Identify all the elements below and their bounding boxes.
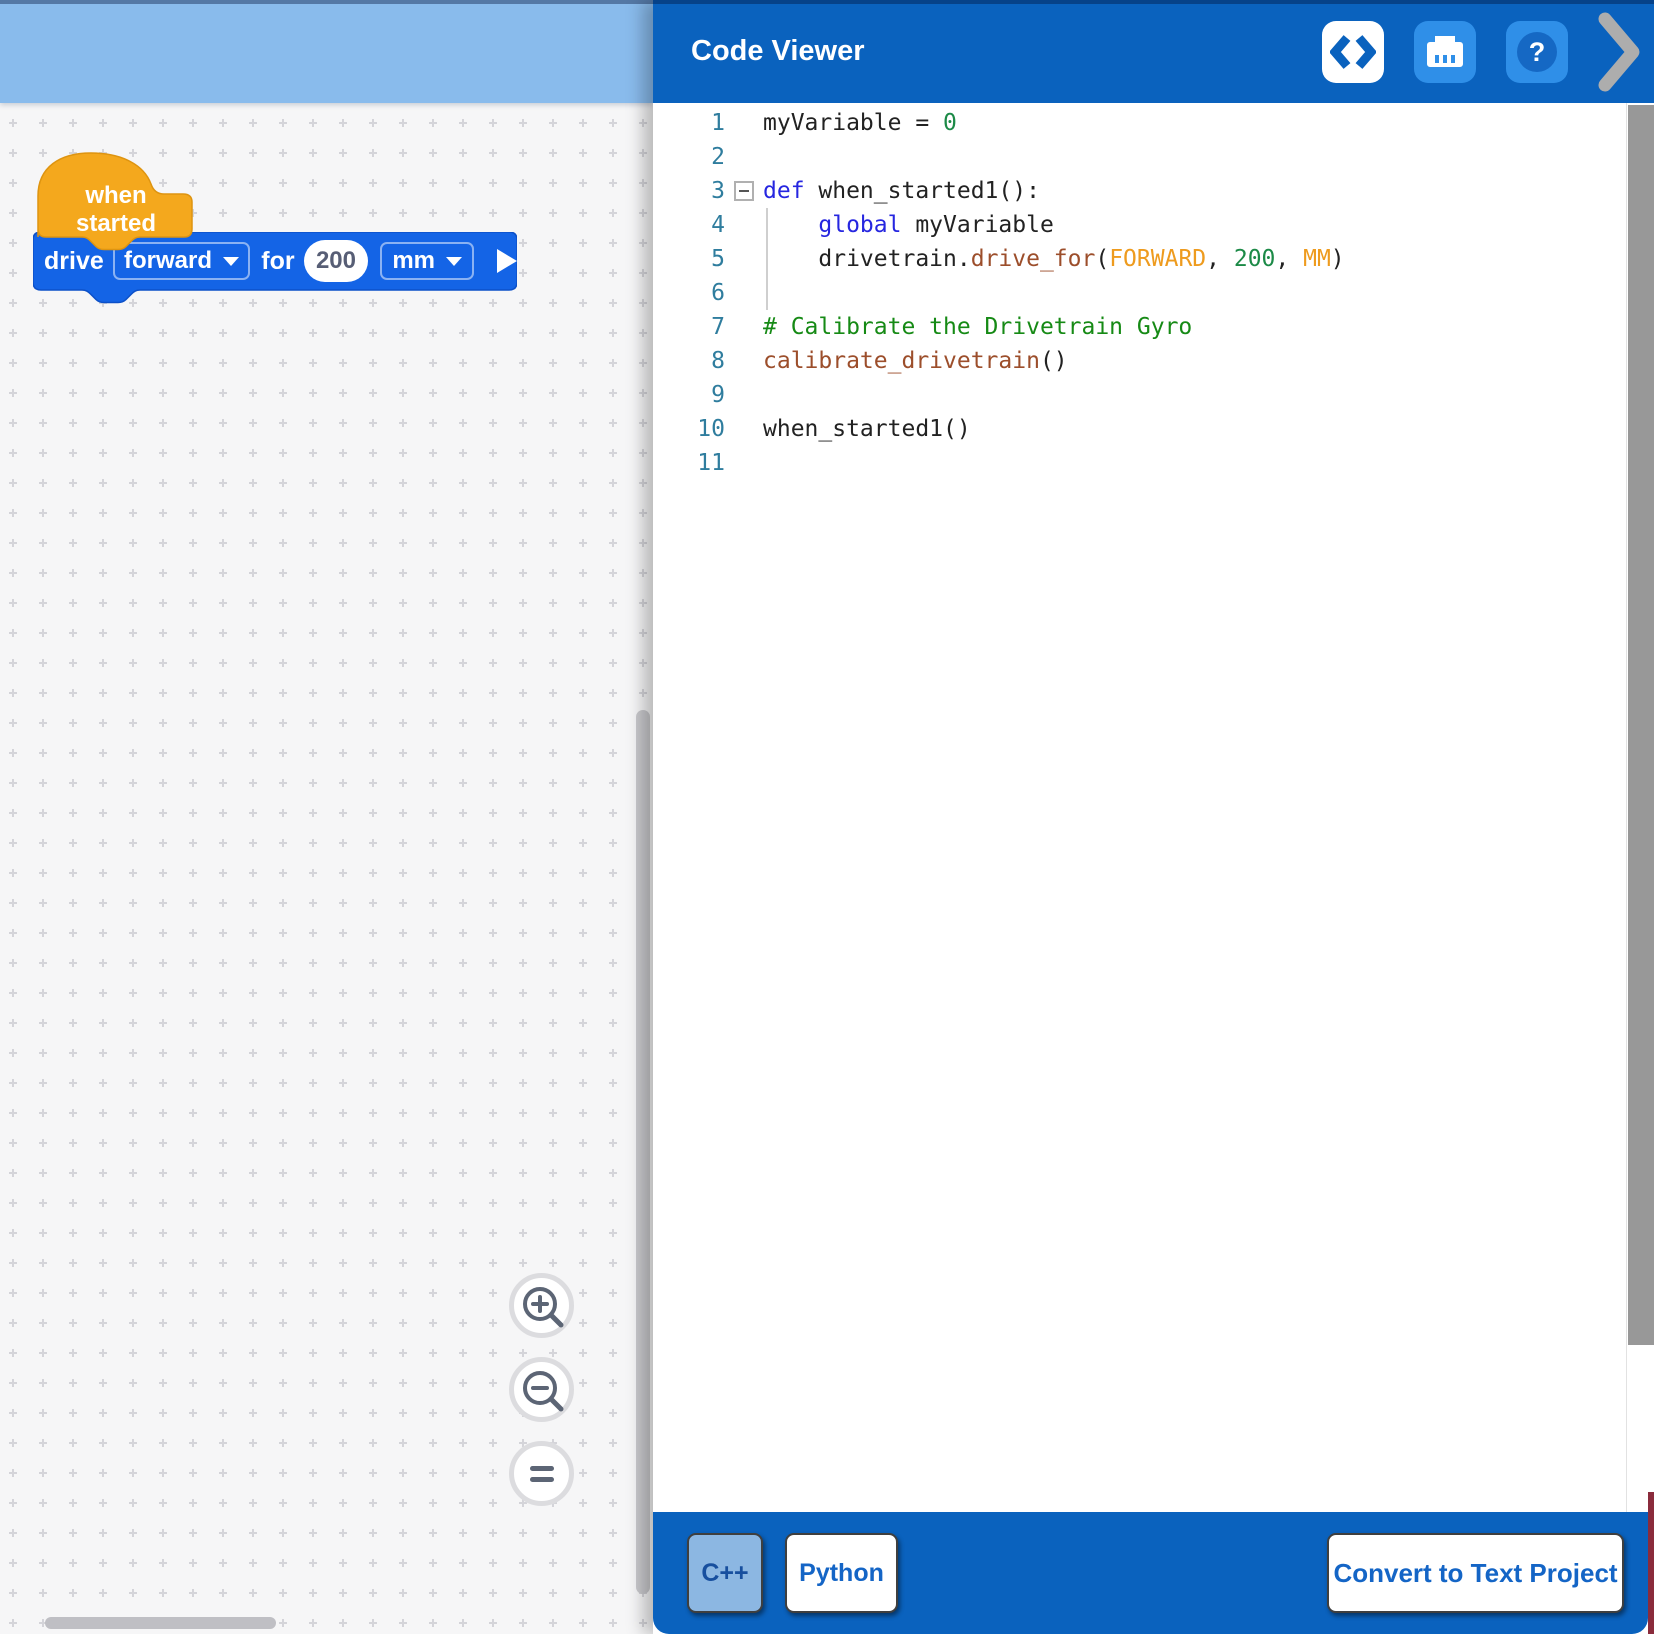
window-edge-strip — [1648, 1492, 1654, 1634]
line-number: 5 — [653, 246, 725, 272]
chevron-down-icon — [446, 257, 462, 266]
workspace-vertical-scrollbar[interactable] — [636, 710, 650, 1594]
line-number: 11 — [653, 450, 725, 476]
when-started-label: when started — [47, 182, 185, 238]
python-language-button[interactable]: Python — [785, 1533, 898, 1613]
code-view-button[interactable] — [1322, 21, 1384, 83]
line-number: 2 — [653, 144, 725, 170]
line-number: 10 — [653, 416, 725, 442]
code-line: 8calibrate_drivetrain() — [653, 344, 1624, 378]
code-viewer-footer: C++ Python Convert to Text Project — [653, 1512, 1648, 1634]
brain-icon — [1422, 29, 1468, 75]
code-icon — [1330, 32, 1376, 72]
line-number: 1 — [653, 110, 725, 136]
code-viewer-header: Code Viewer — [653, 0, 1654, 103]
when-started-block[interactable]: when started — [33, 149, 197, 252]
chevron-down-icon — [223, 257, 239, 266]
code-scrollbar-thumb[interactable] — [1628, 105, 1654, 1345]
code-scrollbar-track[interactable] — [1626, 103, 1654, 1512]
block-stack: drive forward for 200 mm — [33, 149, 533, 409]
collapse-panel-chevron-icon — [1598, 12, 1640, 92]
line-number: 9 — [653, 382, 725, 408]
zoom-in-button[interactable] — [509, 1273, 574, 1338]
reset-zoom-button[interactable] — [509, 1441, 574, 1506]
workspace-horizontal-scrollbar[interactable] — [45, 1617, 276, 1629]
line-number: 7 — [653, 314, 725, 340]
help-button[interactable]: ? — [1506, 21, 1568, 83]
canvas-zoom-controls — [509, 1273, 577, 1525]
distance-value: 200 — [316, 247, 356, 275]
toolbar-strip — [0, 0, 653, 103]
code-line: 3def when_started1(): — [653, 174, 1624, 208]
blocks-workspace-panel: drive forward for 200 mm — [0, 0, 653, 1634]
line-number: 6 — [653, 280, 725, 306]
distance-input[interactable]: 200 — [304, 240, 369, 282]
reset-zoom-icon — [515, 1447, 569, 1501]
unit-dropdown[interactable]: mm — [380, 242, 474, 280]
code-viewer-panel: Code Viewer — [653, 0, 1654, 1634]
code-line: 2 — [653, 140, 1624, 174]
code-line: 6 — [653, 276, 1624, 310]
code-editor-area: 1myVariable = 0 2 3def when_started1():4 g… — [653, 103, 1654, 1512]
code-line: 11 — [653, 446, 1624, 480]
zoom-out-icon — [515, 1363, 569, 1417]
code-line: 10when_started1() — [653, 412, 1624, 446]
blocks-canvas[interactable]: drive forward for 200 mm — [0, 103, 653, 1634]
svg-text:?: ? — [1529, 37, 1546, 67]
unit-value: mm — [392, 247, 435, 275]
run-block-play-icon[interactable] — [497, 249, 517, 273]
header-icon-group: ? — [1322, 12, 1654, 92]
fold-toggle-icon[interactable] — [734, 181, 754, 201]
help-icon: ? — [1513, 28, 1561, 76]
code-lines: 1myVariable = 0 2 3def when_started1():4 g… — [653, 106, 1624, 480]
code-line: 4 global myVariable — [653, 208, 1624, 242]
code-viewer-title: Code Viewer — [691, 35, 865, 68]
zoom-in-icon — [515, 1279, 569, 1333]
cpp-language-button[interactable]: C++ — [687, 1533, 763, 1613]
brain-button[interactable] — [1414, 21, 1476, 83]
line-number: 3 — [653, 178, 725, 204]
line-number: 4 — [653, 212, 725, 238]
vexcode-blocks-app: drive forward for 200 mm — [0, 0, 1654, 1634]
code-line: 5 drivetrain.drive_for(FORWARD, 200, MM) — [653, 242, 1624, 276]
code-line: 1myVariable = 0 — [653, 106, 1624, 140]
code-line: 7# Calibrate the Drivetrain Gyro — [653, 310, 1624, 344]
for-label: for — [261, 247, 294, 276]
zoom-out-button[interactable] — [509, 1357, 574, 1422]
convert-to-text-project-button[interactable]: Convert to Text Project — [1327, 1533, 1624, 1613]
collapse-panel-button[interactable] — [1598, 12, 1640, 92]
code-line: 9 — [653, 378, 1624, 412]
line-number: 8 — [653, 348, 725, 374]
